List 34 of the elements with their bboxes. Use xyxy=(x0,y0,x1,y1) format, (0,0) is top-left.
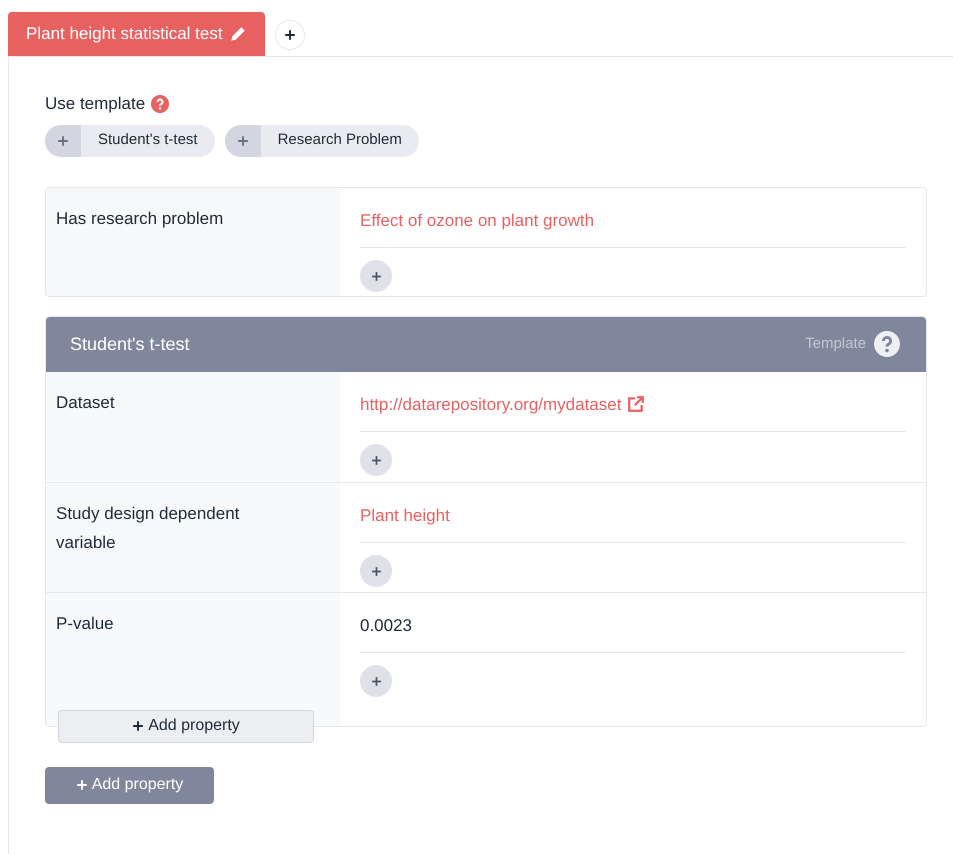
add-value-button[interactable] xyxy=(360,444,392,476)
template-title: Student's t-test xyxy=(70,332,190,356)
add-value-button[interactable] xyxy=(360,665,392,697)
plus-icon xyxy=(370,676,382,686)
plus-icon xyxy=(370,454,382,466)
add-tab-button[interactable] xyxy=(274,20,305,50)
add-property-button[interactable]: Add property xyxy=(45,766,214,804)
property-label: P-value xyxy=(56,614,114,632)
value-text: 0.0023 xyxy=(360,614,412,636)
property-label: Dataset xyxy=(56,392,115,412)
url-link[interactable]: http://datarepository.org/mydataset xyxy=(360,392,622,417)
template-button[interactable]: Research Problem xyxy=(224,124,419,156)
plus-icon xyxy=(236,134,249,146)
template-label: Template xyxy=(805,334,866,354)
plus-icon xyxy=(370,566,382,576)
resource-link[interactable]: Plant height xyxy=(360,502,450,528)
plus-icon xyxy=(284,29,296,41)
tab[interactable]: Plant height statistical test xyxy=(8,12,265,56)
resource-link[interactable]: Effect of ozone on plant growth xyxy=(360,208,594,233)
plus-icon xyxy=(132,720,144,732)
plus-icon xyxy=(370,270,382,282)
property-label: Study design dependent variable xyxy=(56,504,240,552)
add-value-button[interactable] xyxy=(360,260,392,292)
help-icon[interactable] xyxy=(874,331,900,357)
pencil-icon xyxy=(228,25,247,43)
add-value-button[interactable] xyxy=(360,555,392,587)
plus-icon xyxy=(57,134,69,146)
property-label: Has research problem xyxy=(56,208,224,228)
template-button[interactable]: Student's t-test xyxy=(45,124,215,156)
help-icon[interactable] xyxy=(151,94,170,113)
plus-icon xyxy=(76,779,88,791)
add-property-button[interactable]: Add property xyxy=(58,710,314,742)
external-link-icon[interactable] xyxy=(627,395,646,414)
use-template-label: Use template xyxy=(45,93,146,115)
